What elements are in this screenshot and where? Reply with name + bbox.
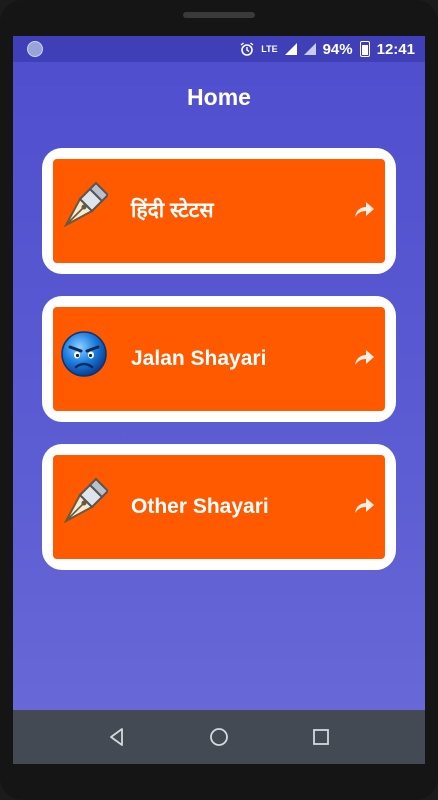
menu-item-inner[interactable]: Other Shayari [53, 455, 385, 559]
signal-icon-secondary [303, 43, 316, 55]
share-arrow-icon [355, 498, 374, 513]
battery-charging-icon [359, 41, 370, 57]
alarm-icon [240, 42, 254, 56]
share-arrow-icon [355, 350, 374, 365]
back-icon[interactable] [106, 726, 128, 748]
recents-icon[interactable] [310, 726, 332, 748]
phone-speaker [183, 12, 255, 18]
menu-item-inner[interactable]: Jalan Shayari [53, 307, 385, 411]
pen-nib-icon [63, 477, 108, 524]
menu-item-jalan-shayari[interactable]: Jalan Shayari [42, 296, 396, 422]
menu-item-label: हिंदी स्टेटस [131, 199, 214, 222]
status-bar: LTE 94% 12:41 [13, 36, 425, 62]
screen: LTE 94% 12:41 Home हिंदी स्टेटस Jalan Sh… [13, 36, 425, 764]
app-notification-icon [27, 41, 43, 57]
menu-item-label: Jalan Shayari [131, 347, 267, 370]
lte-icon: LTE [261, 43, 278, 54]
angry-face-icon [61, 331, 107, 377]
page-title: Home [187, 84, 251, 110]
menu-item-label: Other Shayari [131, 495, 269, 518]
signal-icon [284, 43, 297, 55]
home-icon[interactable] [208, 726, 230, 748]
pen-nib-icon [63, 181, 108, 228]
share-arrow-icon [355, 202, 374, 217]
menu-item-other-shayari[interactable]: Other Shayari [42, 444, 396, 570]
phone-frame: LTE 94% 12:41 Home हिंदी स्टेटस Jalan Sh… [0, 0, 438, 800]
battery-percent: 94% [322, 40, 353, 58]
navigation-bar [13, 710, 425, 764]
clock: 12:41 [376, 40, 415, 58]
menu-item-inner[interactable]: हिंदी स्टेटस [53, 159, 385, 263]
menu-item-hindi-status[interactable]: हिंदी स्टेटस [42, 148, 396, 274]
